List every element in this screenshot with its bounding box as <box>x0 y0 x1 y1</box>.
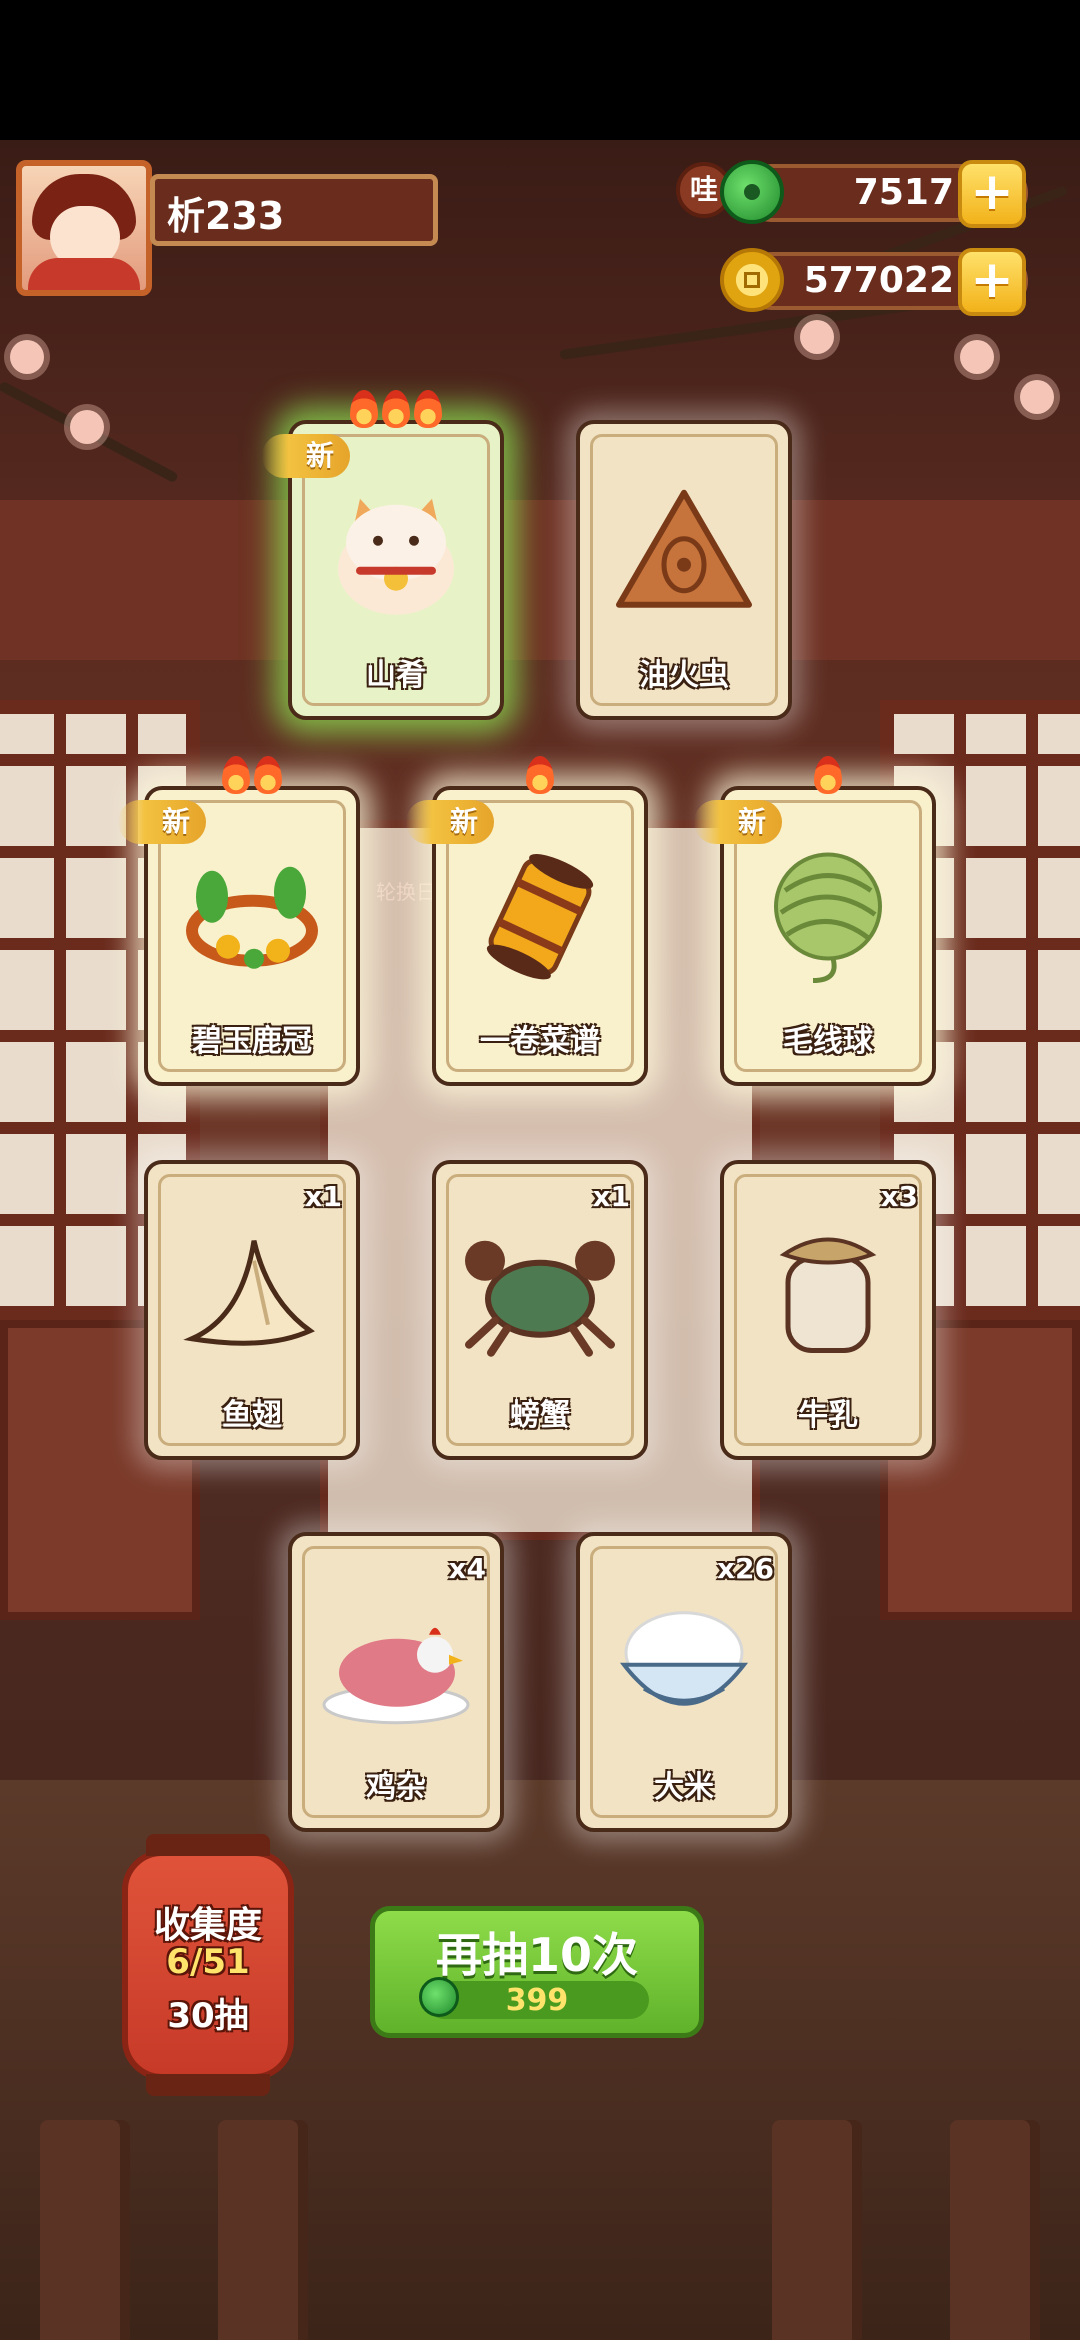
jade-amount: 7517 <box>853 172 954 213</box>
flame-icon <box>414 390 442 428</box>
new-badge: 新 <box>118 800 207 844</box>
recipe-scroll-icon <box>465 847 615 991</box>
item-name: 油火虫 <box>639 658 729 693</box>
railing-post <box>40 2120 130 2340</box>
draw-cost-pill: 399 <box>419 1977 649 2019</box>
rarity-flames <box>724 756 932 794</box>
jade-coin-icon <box>720 160 784 224</box>
item-name: 碧玉鹿冠 <box>192 1024 312 1059</box>
blossom <box>960 340 994 374</box>
item-count: x26 <box>716 1552 774 1585</box>
rarity-flames <box>148 756 356 794</box>
item-card[interactable]: x3 牛乳 <box>720 1160 936 1460</box>
item-name: 毛线球 <box>783 1024 873 1059</box>
item-card[interactable]: x1 螃蟹 <box>432 1160 648 1460</box>
item-card[interactable]: 油火虫 <box>576 420 792 720</box>
collection-lantern[interactable]: 收集度 6/51 30抽 <box>122 1834 294 2096</box>
firefly-icon <box>609 481 759 625</box>
railing-post <box>950 2120 1040 2340</box>
flame-icon <box>350 390 378 428</box>
item-count: x4 <box>448 1552 486 1585</box>
item-card[interactable]: 新毛线球 <box>694 756 936 1086</box>
chicken-icon <box>311 1593 481 1737</box>
item-name: 大米 <box>654 1770 714 1805</box>
rarity-flames <box>292 390 500 428</box>
add-jade-button[interactable]: + <box>958 160 1026 228</box>
rice-bowl-icon <box>604 1593 764 1737</box>
collection-draw-count: 30抽 <box>167 1996 249 2036</box>
draw-cost: 399 <box>505 1983 569 2018</box>
gold-currency-bar: 577022 + <box>720 248 1028 316</box>
railing-post <box>218 2120 308 2340</box>
item-count: x3 <box>880 1180 918 1213</box>
item-name: 螃蟹 <box>510 1398 570 1433</box>
crab-icon <box>455 1221 625 1365</box>
draw-again-label: 再抽10次 <box>435 1928 638 1982</box>
game-scene: 轮换日历 析233 哇 7517 + 577022 + 新山肴 油火虫新碧玉鹿冠新… <box>0 140 1080 2340</box>
new-badge: 新 <box>262 434 351 478</box>
item-card[interactable]: 新山肴 <box>262 390 504 720</box>
flame-icon <box>814 756 842 794</box>
item-name: 牛乳 <box>798 1398 858 1433</box>
blossom <box>10 340 44 374</box>
item-count: x1 <box>592 1180 630 1213</box>
gold-amount: 577022 <box>803 260 954 301</box>
new-badge: 新 <box>406 800 495 844</box>
item-name: 一卷菜谱 <box>480 1024 600 1059</box>
collection-progress: 6/51 <box>166 1942 250 1982</box>
item-card[interactable]: x26 大米 <box>576 1532 792 1832</box>
item-card[interactable]: 新一卷菜谱 <box>406 756 648 1086</box>
shark-fin-icon <box>172 1221 332 1365</box>
yarn-ball-icon <box>753 841 903 995</box>
item-card[interactable]: 新碧玉鹿冠 <box>118 756 360 1086</box>
item-name: 山肴 <box>366 658 426 693</box>
flame-icon <box>222 756 250 794</box>
jade-currency-bar: 哇 7517 + <box>676 160 1028 228</box>
player-name: 析233 <box>167 194 285 238</box>
back-wall <box>0 500 1080 660</box>
item-count: x1 <box>304 1180 342 1213</box>
item-name: 鸡杂 <box>366 1770 426 1805</box>
railing-post <box>772 2120 862 2340</box>
milk-jar-icon <box>758 1215 898 1369</box>
add-gold-button[interactable]: + <box>958 248 1026 316</box>
flame-icon <box>526 756 554 794</box>
item-card[interactable]: x4 鸡杂 <box>288 1532 504 1832</box>
item-card[interactable]: x1 鱼翅 <box>144 1160 360 1460</box>
player-avatar[interactable] <box>16 160 152 296</box>
gold-coin-icon <box>720 248 784 312</box>
draw-again-button[interactable]: 再抽10次 399 <box>370 1906 704 2038</box>
collection-title: 收集度 <box>153 1905 262 1946</box>
blossom <box>1020 380 1054 414</box>
cat-icon <box>316 481 476 625</box>
blossom <box>70 410 104 444</box>
jade-antler-icon <box>172 847 332 991</box>
item-name: 鱼翅 <box>222 1398 282 1433</box>
new-badge: 新 <box>694 800 783 844</box>
blossom <box>800 320 834 354</box>
rarity-flames <box>436 756 644 794</box>
flame-icon <box>254 756 282 794</box>
flame-icon <box>382 390 410 428</box>
player-name-plate: 析233 <box>150 174 438 246</box>
